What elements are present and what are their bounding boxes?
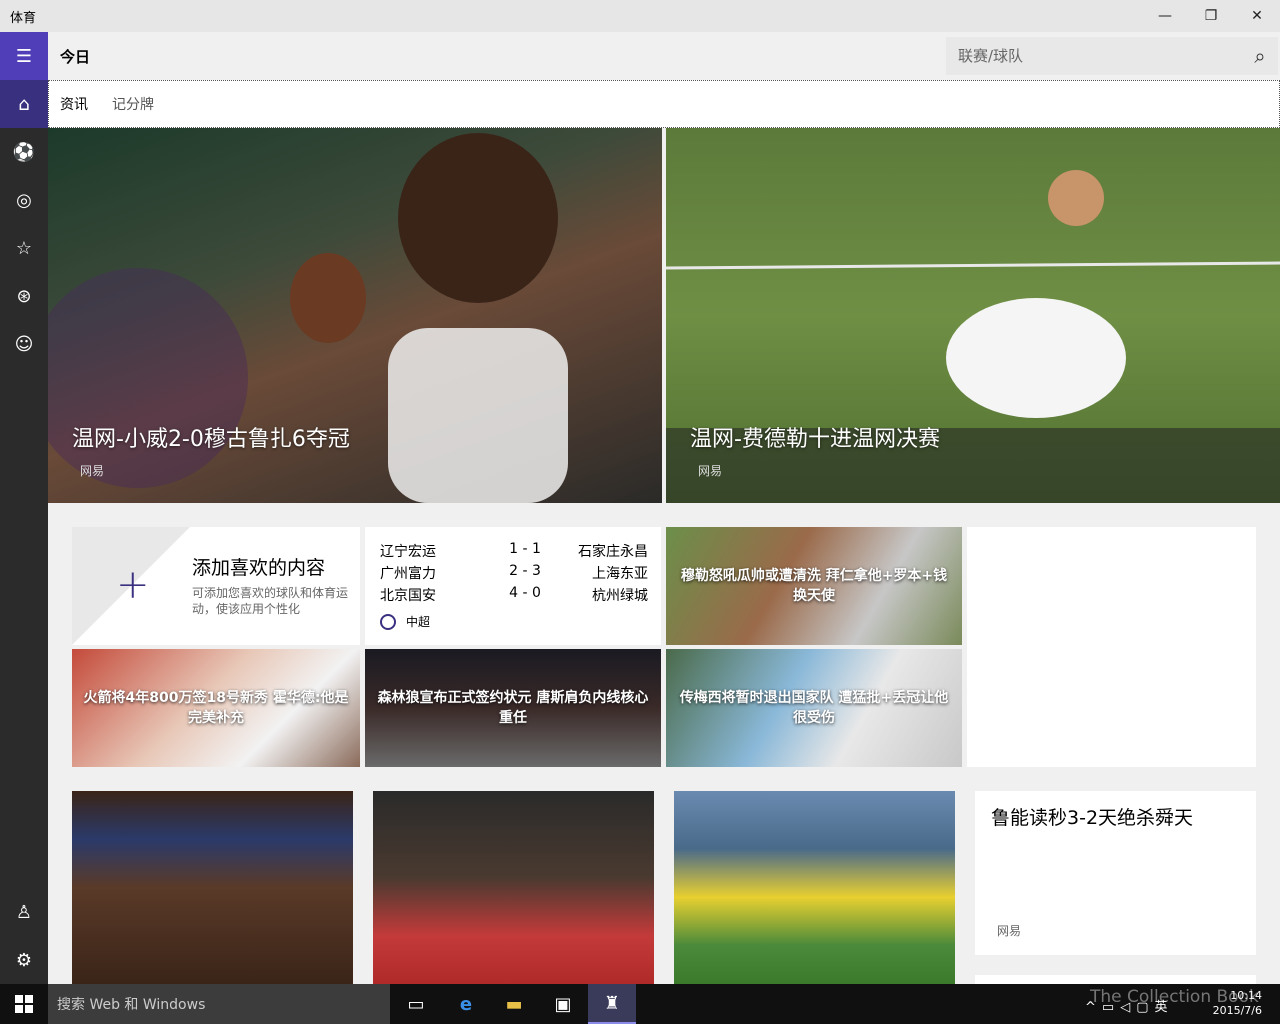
account-icon[interactable]: ♙ (0, 888, 48, 936)
page-title: 今日 (60, 48, 91, 66)
edge-browser-icon[interactable]: e (442, 984, 490, 1024)
maximize-button[interactable]: ❐ (1188, 0, 1234, 32)
favorites-star-icon[interactable]: ☆ (0, 224, 48, 272)
news-tile-timberwolves[interactable]: 森林狼宣布正式签约状元 唐斯肩负内线核心重任 (365, 649, 661, 767)
scoreboard-tile[interactable]: 辽宁宏运 1 - 1 石家庄永昌 广州富力 2 - 3 上海东亚 北京国安 4 - 0 杭州… (365, 527, 661, 645)
title-bar: 体育 — ❐ ✕ (0, 0, 1280, 32)
message-icon: ▢ (1136, 1000, 1155, 1015)
content-area: 温网-小威2-0穆古鲁扎6夺冠 网易 温网-费德勒十进温网决赛 网易 + 添加喜… (48, 128, 1280, 984)
windows-start-icon[interactable] (0, 984, 48, 1024)
task-view-icon[interactable]: ▭ (392, 984, 440, 1024)
photo-tile-jordan[interactable] (373, 791, 654, 984)
tile-caption: 穆勒怒吼瓜帅或遭清洗 拜仁拿他+罗本+钱换天使 (680, 568, 948, 604)
add-favorites-tile[interactable]: + 添加喜欢的内容 可添加您喜欢的球队和体育运动，使该应用个性化 (72, 527, 360, 645)
story-source: 网易 (997, 924, 1022, 938)
sidebar: ☰ ⌂ ⚽ ◎ ☆ ⊛ ☺ ♙ ⚙ (0, 32, 48, 984)
sports-ball-icon[interactable]: ⊛ (0, 272, 48, 320)
add-tile-title: 添加喜欢的内容 (192, 557, 326, 579)
home-team: 广州富力 (380, 566, 436, 582)
search-icon[interactable]: ⌕ (1242, 44, 1278, 68)
match-row: 广州富力 2 - 3 上海东亚 (380, 563, 648, 583)
hero-title: 温网-费德勒十进温网决赛 (690, 427, 940, 452)
basketball-icon[interactable]: ◎ (0, 176, 48, 224)
add-tile-description: 可添加您喜欢的球队和体育运动，使该应用个性化 (192, 586, 349, 616)
match-score: 1 - 1 (509, 541, 541, 557)
hero-card-serena[interactable]: 温网-小威2-0穆古鲁扎6夺冠 网易 (48, 128, 662, 503)
news-tile-muller[interactable]: 穆勒怒吼瓜帅或遭清洗 拜仁拿他+罗本+钱换天使 (666, 527, 962, 645)
taskbar-clock[interactable]: 10:14 2015/7/6 (1213, 988, 1262, 1018)
tray-expand-icon: ^ (1085, 1000, 1102, 1015)
league-label: 中超 (380, 613, 430, 630)
tab-scoreboard[interactable]: 记分牌 (112, 94, 154, 114)
home-team: 辽宁宏运 (380, 544, 436, 560)
network-icon: ▭ (1101, 1000, 1121, 1015)
soccer-icon[interactable]: ⚽ (0, 128, 48, 176)
tab-bar: 资讯 记分牌 (48, 80, 1280, 128)
away-team: 石家庄永昌 (578, 544, 648, 560)
tile-caption: 传梅西将暂时退出国家队 遭猛批+丢冠让他很受伤 (679, 690, 949, 726)
smiley-icon[interactable]: ☺ (0, 320, 48, 368)
sports-app-trophy-icon[interactable]: ♜ (588, 984, 636, 1024)
away-team: 上海东亚 (592, 566, 648, 582)
hero-source: 网易 (698, 464, 723, 478)
photo-tile-lebron[interactable] (72, 791, 353, 984)
home-icon[interactable]: ⌂ (0, 80, 48, 128)
hamburger-menu-icon[interactable]: ☰ (0, 32, 48, 80)
app-window: 体育 — ❐ ✕ ☰ ⌂ ⚽ ◎ ☆ ⊛ ☺ ♙ ⚙ 今日 ⌕ 资讯 记分牌 (0, 0, 1280, 984)
taskbar: 搜索 Web 和 Windows ▭ e ▬ ▣ ♜ The Collectio… (0, 984, 1280, 1024)
search-box: ⌕ (946, 37, 1278, 75)
tile-caption: 火箭将4年800万签18号新秀 霍华德:他是完美补充 (83, 690, 349, 726)
search-input[interactable] (946, 47, 1242, 65)
taskbar-search-box[interactable]: 搜索 Web 和 Windows (48, 984, 390, 1024)
hero-card-federer[interactable]: 温网-费德勒十进温网决赛 网易 (666, 128, 1280, 503)
story-title: 鲁能读秒3-2天绝杀舜天 (991, 807, 1194, 829)
ime-indicator: 英 (1154, 1000, 1174, 1015)
close-button[interactable]: ✕ (1234, 0, 1280, 32)
league-logo-icon (380, 613, 396, 630)
clock-time: 10:14 (1230, 989, 1262, 1002)
photo-tile-soccer[interactable] (674, 791, 955, 984)
empty-tile (967, 527, 1256, 767)
hero-source: 网易 (80, 464, 105, 478)
volume-icon: ◁ (1120, 1000, 1137, 1015)
hero-title: 温网-小威2-0穆古鲁扎6夺冠 (72, 427, 350, 452)
match-row: 辽宁宏运 1 - 1 石家庄永昌 (380, 541, 648, 561)
tile-caption: 森林狼宣布正式签约状元 唐斯肩负内线核心重任 (377, 690, 649, 726)
next-story-tile[interactable] (975, 975, 1256, 984)
system-tray: ^▭◁▢英 (1085, 996, 1174, 1015)
tab-news[interactable]: 资讯 (60, 94, 88, 114)
match-row: 北京国安 4 - 0 杭州绿城 (380, 585, 648, 605)
minimize-button[interactable]: — (1142, 0, 1188, 32)
settings-gear-icon[interactable]: ⚙ (0, 936, 48, 984)
news-tile-rockets[interactable]: 火箭将4年800万签18号新秀 霍华德:他是完美补充 (72, 649, 360, 767)
match-score: 2 - 3 (509, 563, 541, 579)
away-team: 杭州绿城 (592, 588, 648, 604)
add-plus-icon: + (116, 562, 150, 608)
clock-date: 2015/7/6 (1212, 1004, 1262, 1017)
store-icon[interactable]: ▣ (539, 984, 587, 1024)
league-name: 中超 (406, 615, 431, 629)
home-team: 北京国安 (380, 588, 436, 604)
header-bar: 今日 ⌕ (48, 32, 1280, 80)
app-title: 体育 (10, 10, 37, 26)
match-score: 4 - 0 (509, 585, 541, 601)
news-tile-messi[interactable]: 传梅西将暂时退出国家队 遭猛批+丢冠让他很受伤 (666, 649, 962, 767)
file-explorer-icon[interactable]: ▬ (490, 984, 538, 1024)
text-story-tile[interactable]: 鲁能读秒3-2天绝杀舜天 网易 (975, 791, 1256, 955)
